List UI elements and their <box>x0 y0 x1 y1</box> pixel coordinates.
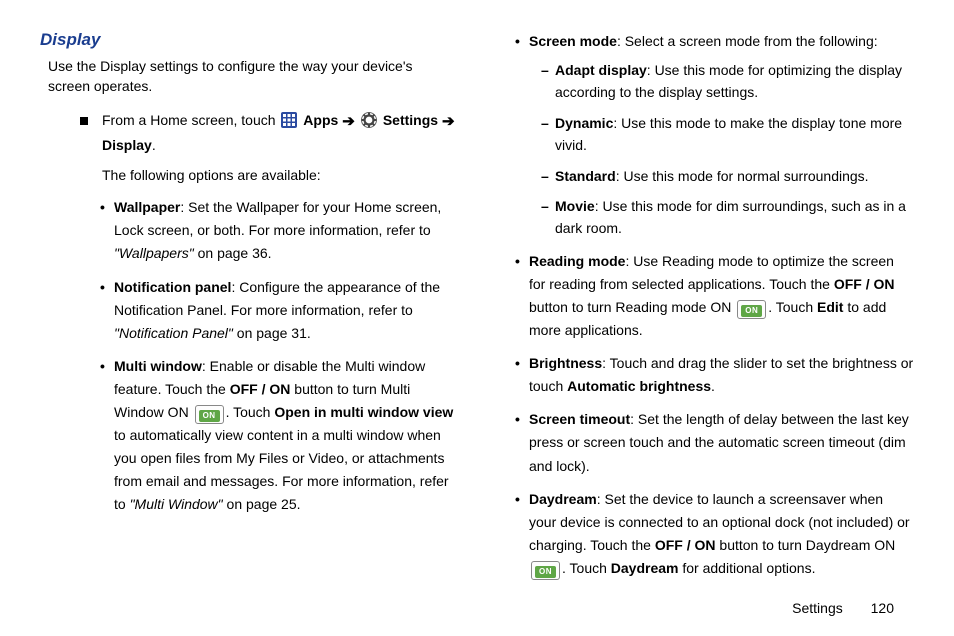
page-content: Display Use the Display settings to conf… <box>0 0 954 610</box>
nav-instruction-row: From a Home screen, touch Apps ➔ <box>80 109 457 158</box>
settings-label: Settings <box>383 112 438 128</box>
left-column: Display Use the Display settings to conf… <box>40 30 457 590</box>
footer-page-number: 120 <box>871 600 894 616</box>
display-label: Display <box>102 137 152 153</box>
daydream-body3: . Touch <box>562 560 611 576</box>
timeout-title: Screen timeout <box>529 411 630 427</box>
reading-offon: OFF / ON <box>834 276 895 292</box>
standard-body: : Use this mode for normal surroundings. <box>616 168 869 184</box>
brightness-title: Brightness <box>529 355 602 371</box>
right-bullet-list: Screen mode: Select a screen mode from t… <box>517 30 914 580</box>
following-text: The following options are available: <box>102 164 457 186</box>
daydream-body4: for additional options. <box>678 560 815 576</box>
square-bullet-icon <box>80 117 88 125</box>
sub-standard: Standard: Use this mode for normal surro… <box>541 165 914 187</box>
notif-title: Notification panel <box>114 279 231 295</box>
wallpaper-body2: on page 36. <box>194 245 272 261</box>
apps-icon <box>281 112 297 128</box>
bullet-notification-panel: Notification panel: Configure the appear… <box>102 276 457 345</box>
bullet-screen-mode: Screen mode: Select a screen mode from t… <box>517 30 914 240</box>
sub-movie: Movie: Use this mode for dim surrounding… <box>541 195 914 240</box>
footer-section: Settings <box>792 600 843 616</box>
dynamic-title: Dynamic <box>555 115 613 131</box>
daydream-body2: button to turn Daydream ON <box>716 537 896 553</box>
adapt-title: Adapt display <box>555 62 647 78</box>
multi-body5: on page 25. <box>223 496 301 512</box>
apps-label: Apps <box>303 112 338 128</box>
daydream-title: Daydream <box>529 491 597 507</box>
multi-body3: . Touch <box>226 404 275 420</box>
arrow-icon: ➔ <box>342 113 359 130</box>
multi-open: Open in multi window view <box>274 404 453 420</box>
multi-offon: OFF / ON <box>230 381 291 397</box>
notif-body2: on page 31. <box>233 325 311 341</box>
intro-text: Use the Display settings to configure th… <box>48 56 457 97</box>
bullet-screen-timeout: Screen timeout: Set the length of delay … <box>517 408 914 477</box>
arrow-icon: ➔ <box>442 113 455 130</box>
screen-mode-sublist: Adapt display: Use this mode for optimiz… <box>541 59 914 240</box>
brightness-auto: Automatic brightness <box>567 378 711 394</box>
section-heading: Display <box>40 30 457 50</box>
movie-title: Movie <box>555 198 595 214</box>
on-toggle-icon: ON <box>195 405 224 424</box>
page-footer: Settings 120 <box>792 600 894 616</box>
nav-instruction-text: From a Home screen, touch Apps ➔ <box>102 109 457 158</box>
right-column: Screen mode: Select a screen mode from t… <box>497 30 914 590</box>
bullet-reading-mode: Reading mode: Use Reading mode to optimi… <box>517 250 914 342</box>
movie-body: : Use this mode for dim surroundings, su… <box>555 198 906 236</box>
notif-ref: "Notification Panel" <box>114 325 233 341</box>
bullet-wallpaper: Wallpaper: Set the Wallpaper for your Ho… <box>102 196 457 265</box>
standard-title: Standard <box>555 168 616 184</box>
brightness-body2: . <box>711 378 715 394</box>
bullet-brightness: Brightness: Touch and drag the slider to… <box>517 352 914 398</box>
daydream-offon: OFF / ON <box>655 537 716 553</box>
reading-edit: Edit <box>817 299 843 315</box>
wallpaper-ref: "Wallpapers" <box>114 245 194 261</box>
nav-prefix: From a Home screen, touch <box>102 112 279 128</box>
sub-dynamic: Dynamic: Use this mode to make the displ… <box>541 112 914 157</box>
on-toggle-icon: ON <box>737 300 766 319</box>
on-knob: ON <box>199 410 220 422</box>
daydream-dd: Daydream <box>611 560 679 576</box>
settings-icon <box>361 112 377 128</box>
bullet-daydream: Daydream: Set the device to launch a scr… <box>517 488 914 580</box>
on-knob: ON <box>741 305 762 317</box>
multi-title: Multi window <box>114 358 202 374</box>
left-bullet-list: Wallpaper: Set the Wallpaper for your Ho… <box>102 196 457 516</box>
sub-adapt: Adapt display: Use this mode for optimiz… <box>541 59 914 104</box>
on-toggle-icon: ON <box>531 561 560 580</box>
period: . <box>152 137 156 153</box>
multi-ref: "Multi Window" <box>130 496 223 512</box>
reading-body2: button to turn Reading mode ON <box>529 299 735 315</box>
reading-title: Reading mode <box>529 253 625 269</box>
reading-body3: . Touch <box>768 299 817 315</box>
screenmode-title: Screen mode <box>529 33 617 49</box>
bullet-multi-window: Multi window: Enable or disable the Mult… <box>102 355 457 517</box>
on-knob: ON <box>535 566 556 578</box>
wallpaper-title: Wallpaper <box>114 199 180 215</box>
screenmode-body: : Select a screen mode from the followin… <box>617 33 878 49</box>
